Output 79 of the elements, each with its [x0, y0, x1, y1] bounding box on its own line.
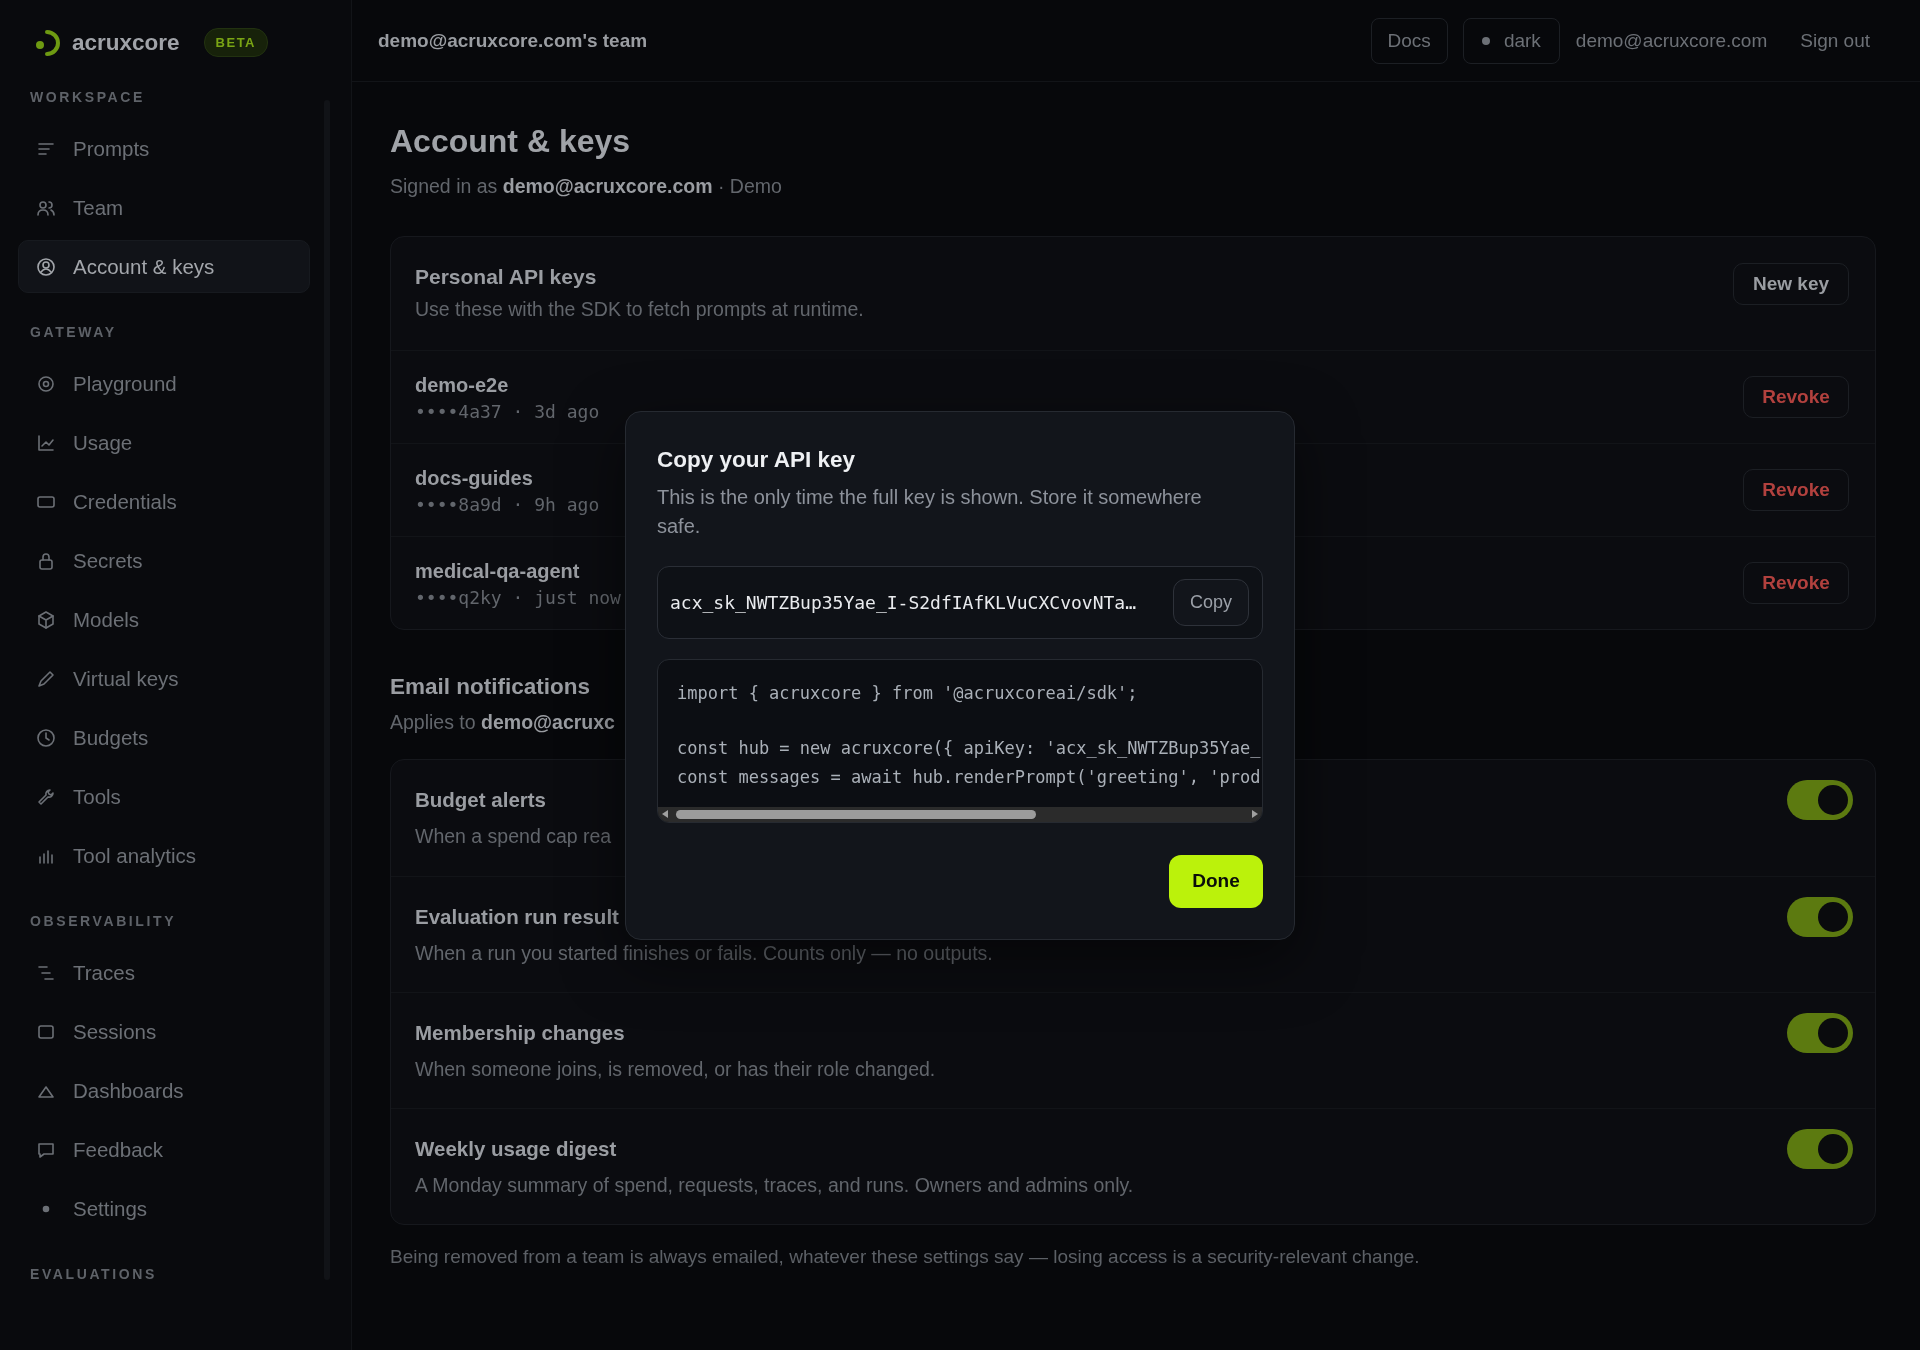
- nav-item[interactable]: Feedback: [18, 1123, 310, 1176]
- section-title: Email notifications: [390, 673, 591, 701]
- section-label: OBSERVABILITY: [30, 912, 177, 931]
- scroll-left-icon[interactable]: [662, 810, 668, 818]
- code-line: const hub = new acruxcore({ apiKey: 'acx_sk_NWTZBup35Yae_: [677, 736, 1261, 760]
- new-key-button[interactable]: New key: [1733, 263, 1849, 305]
- section-subtitle: Applies to demo@acruxc: [390, 710, 615, 734]
- key-name: docs-guides: [415, 465, 533, 491]
- key-meta: ••••8a9d · 9h ago: [415, 493, 600, 516]
- card-description: Use these with the SDK to fetch prompts at runtime.: [415, 297, 864, 321]
- line-chart-icon: [36, 432, 56, 453]
- nav-item[interactable]: Budgets: [18, 711, 310, 764]
- notification-title: Membership changes: [415, 1020, 625, 1046]
- notification-description: When a spend cap rea: [415, 824, 612, 848]
- section-label: WORKSPACE: [30, 88, 145, 107]
- page-title: Account & keys: [390, 122, 631, 161]
- user-circle-icon: [36, 256, 56, 277]
- nav-item[interactable]: Usage: [18, 416, 310, 469]
- nav-item[interactable]: Tool analytics: [18, 829, 310, 882]
- scrollbar-thumb[interactable]: [676, 809, 1036, 819]
- key-name: demo-e2e: [415, 372, 509, 398]
- toggle-switch[interactable]: [1787, 1013, 1853, 1053]
- brand-name: acruxcore: [72, 29, 180, 56]
- revoke-button[interactable]: Revoke: [1743, 469, 1849, 511]
- notification-description: When someone joins, is removed, or has their role changed.: [415, 1057, 936, 1081]
- api-key-text: acx_sk_NWTZBup35Yae_I-S2dfIAfKLVuCXCvovNTa…: [670, 591, 1137, 613]
- team-name: demo@acruxcore.com's team: [378, 29, 648, 52]
- notification-description: A Monday summary of spend, requests, traces, and runs. Owners and admins only.: [415, 1173, 1134, 1197]
- nav-item[interactable]: Team: [18, 181, 310, 234]
- code-line: const messages = await hub.renderPrompt('greeting', 'prod: [677, 765, 1261, 789]
- revoke-button[interactable]: Revoke: [1743, 376, 1849, 418]
- footnote-text: Being removed from a team is always emailed, whatever these settings say — losing access is a security-relevant change.: [390, 1245, 1420, 1269]
- lock-icon: [36, 550, 56, 571]
- section-label: GATEWAY: [30, 323, 117, 342]
- nav-item[interactable]: Account & keys: [18, 240, 310, 293]
- key-name: medical-qa-agent: [415, 558, 580, 584]
- card-title: Personal API keys: [415, 264, 597, 290]
- dot-icon: [1481, 36, 1490, 45]
- modal-description: This is the only time the full key is shown. Store it somewhere safe.: [657, 484, 1203, 539]
- clock-icon: [36, 727, 56, 748]
- nav-item[interactable]: Prompts: [18, 122, 310, 175]
- nav-item[interactable]: Settings: [18, 1182, 310, 1235]
- notification-description: When a run you started finishes or fails. Counts only — no outputs.: [415, 941, 993, 965]
- wrench-icon: [36, 786, 56, 807]
- sign-out-link[interactable]: Sign out: [1800, 29, 1870, 52]
- revoke-button[interactable]: Revoke: [1743, 562, 1849, 604]
- notification-title: Weekly usage digest: [415, 1136, 617, 1162]
- theme-button[interactable]: dark: [1462, 17, 1560, 64]
- copy-button[interactable]: Copy: [1173, 578, 1249, 626]
- signed-in-text: Signed in as demo@acruxcore.com · Demo: [390, 174, 782, 199]
- nav-item[interactable]: Tools: [18, 770, 310, 823]
- notification-title: Budget alerts: [415, 787, 546, 813]
- done-button[interactable]: Done: [1169, 854, 1263, 908]
- beta-badge: BETA: [203, 28, 268, 57]
- nav-item[interactable]: Models: [18, 593, 310, 646]
- notification-title: Evaluation run result: [415, 904, 619, 930]
- pencil-icon: [36, 668, 56, 689]
- toggle-switch[interactable]: [1787, 1129, 1853, 1169]
- modal-title: Copy your API key: [657, 445, 855, 474]
- logo-icon: [34, 29, 60, 56]
- toggle-switch[interactable]: [1787, 780, 1853, 820]
- nav-item[interactable]: Traces: [18, 946, 310, 999]
- scroll-right-icon[interactable]: [1252, 810, 1258, 818]
- nav-item[interactable]: Virtual keys: [18, 652, 310, 705]
- nav-item[interactable]: Credentials: [18, 475, 310, 528]
- nav-item[interactable]: Secrets: [18, 534, 310, 587]
- docs-button[interactable]: Docs: [1370, 17, 1448, 64]
- key-meta: ••••q2ky · just now: [415, 586, 621, 609]
- key-meta: ••••4a37 · 3d ago: [415, 400, 600, 423]
- cube-icon: [36, 609, 56, 630]
- section-label: EVALUATIONS: [30, 1265, 157, 1284]
- user-email: demo@acruxcore.com: [1575, 29, 1768, 52]
- nav-item[interactable]: Sessions: [18, 1005, 310, 1058]
- horizontal-scrollbar[interactable]: [658, 806, 1262, 822]
- target-icon: [36, 373, 56, 394]
- nav-item[interactable]: Dashboards: [18, 1064, 310, 1117]
- nav-item[interactable]: Playground: [18, 357, 310, 410]
- toggle-switch[interactable]: [1787, 897, 1853, 937]
- code-line: import { acruxcore } from '@acruxcoreai/sdk';: [677, 681, 1138, 705]
